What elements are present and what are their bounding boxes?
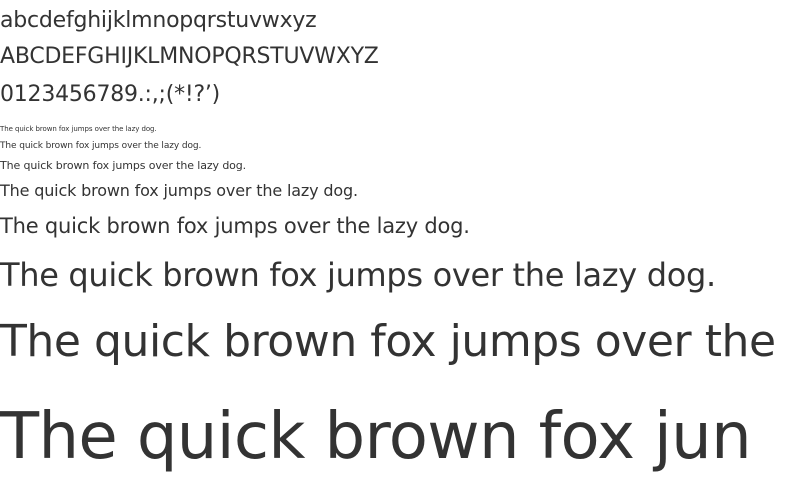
pangram-size-7: The quick brown fox jumps over the xyxy=(0,316,776,367)
pangram-size-1: The quick brown fox jumps over the lazy … xyxy=(0,125,157,133)
pangram-size-6: The quick brown fox jumps over the lazy … xyxy=(0,256,716,294)
digits-punctuation: 0123456789.:,;(*!?’) xyxy=(0,82,221,107)
pangram-size-5: The quick brown fox jumps over the lazy … xyxy=(0,214,470,238)
pangram-size-3: The quick brown fox jumps over the lazy … xyxy=(0,159,247,172)
pangram-size-4: The quick brown fox jumps over the lazy … xyxy=(0,181,358,200)
font-specimen: abcdefghijklmnopqrstuvwxyz ABCDEFGHIJKLM… xyxy=(0,0,800,496)
pangram-size-8: The quick brown fox jun xyxy=(0,400,752,474)
uppercase-alphabet: ABCDEFGHIJKLMNOPQRSTUVWXYZ xyxy=(0,44,379,69)
lowercase-alphabet: abcdefghijklmnopqrstuvwxyz xyxy=(0,8,317,33)
pangram-size-2: The quick brown fox jumps over the lazy … xyxy=(0,141,202,151)
